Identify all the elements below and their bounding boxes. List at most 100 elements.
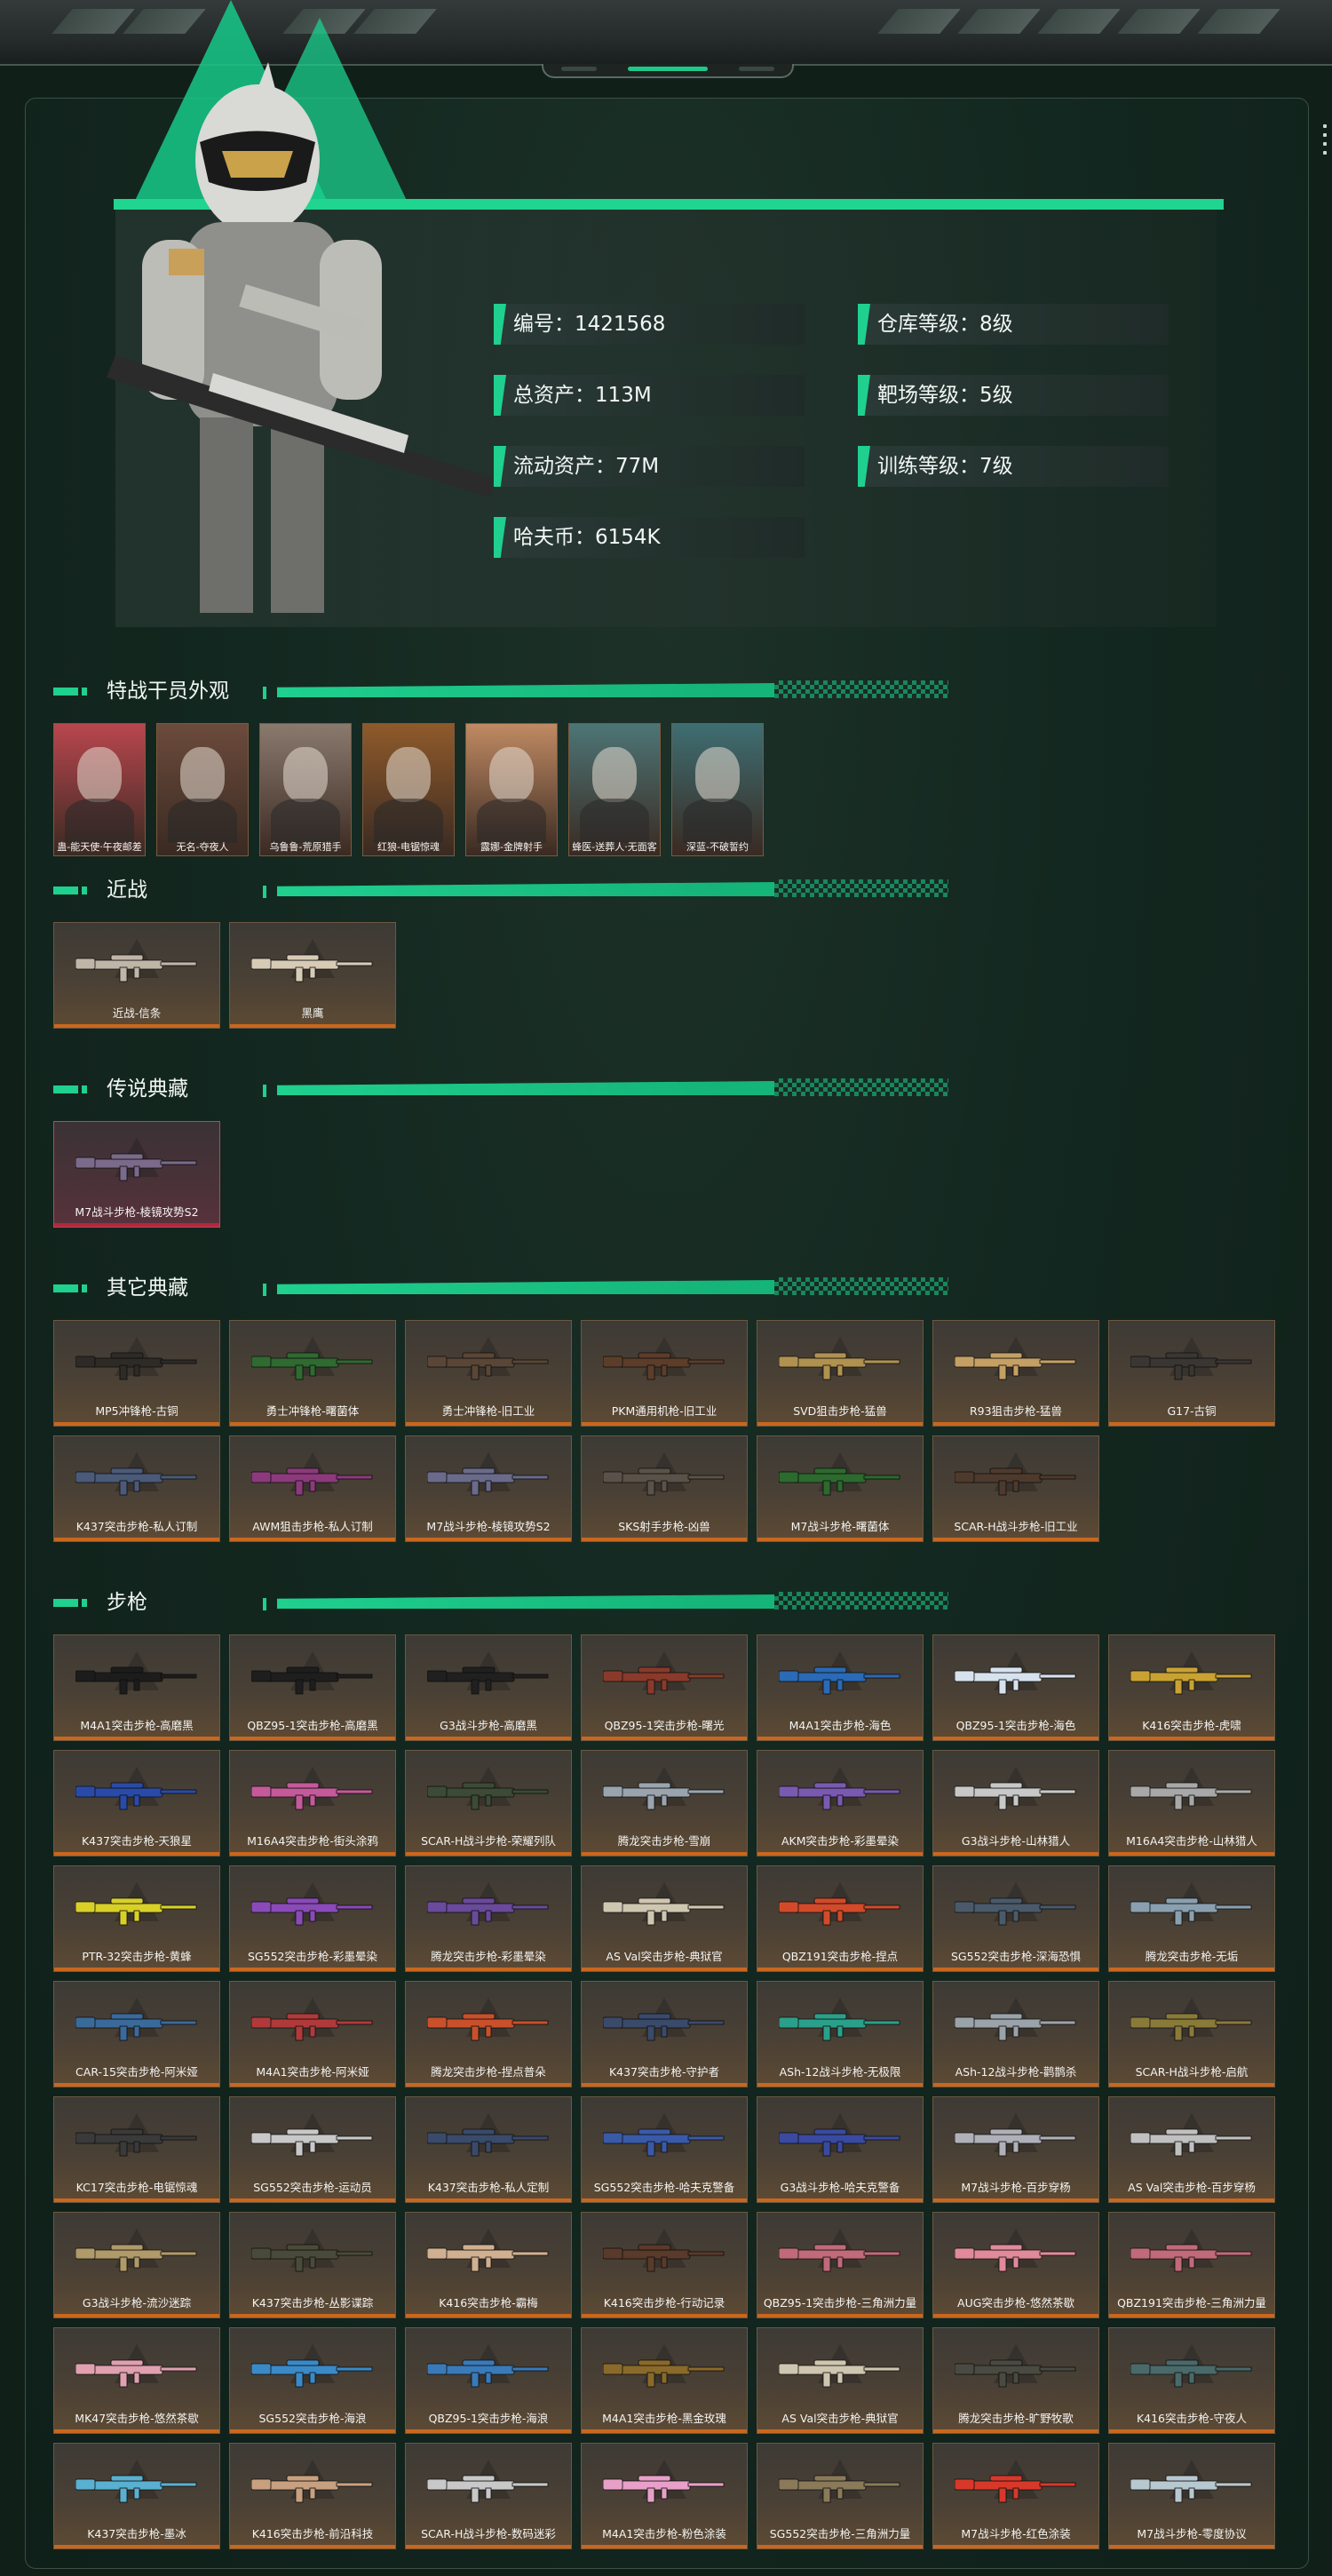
weapon-icon (603, 1666, 725, 1695)
rifle-skin-tile[interactable]: QBZ95-1突击步枪-海浪 (405, 2327, 572, 2434)
rifle-skin-tile[interactable]: M4A1突击步枪-海色 (757, 1634, 924, 1741)
other-skin-tile[interactable]: PKM通用机枪-旧工业 (581, 1320, 748, 1427)
rifle-skin-tile[interactable]: CAR-15突击步枪-阿米娅 (53, 1981, 220, 2087)
rifle-skin-tile[interactable]: M4A1突击步枪-阿米娅 (229, 1981, 396, 2087)
operator-skin-tile[interactable]: 无名-夺夜人 (156, 723, 249, 856)
rifle-skin-tile[interactable]: SG552突击步枪-三角洲力量 (757, 2443, 924, 2549)
legendary-skin-tile[interactable]: M7战斗步枪-棱镜攻势S2 (53, 1121, 220, 1228)
weapon-skin-name: K416突击步枪-霸梅 (439, 2296, 538, 2310)
rifle-skin-tile[interactable]: AS Val突击步枪-典狱官 (581, 1865, 748, 1972)
rifle-skin-tile[interactable]: AUG突击步枪-悠然茶歇 (932, 2212, 1099, 2318)
rifle-skin-tile[interactable]: G3战斗步枪-高磨黑 (405, 1634, 572, 1741)
other-skin-tile[interactable]: G17-古铜 (1108, 1320, 1275, 1427)
weapon-skin-name: SCAR-H战斗步枪-旧工业 (954, 1520, 1078, 1533)
rifle-skin-tile[interactable]: SG552突击步枪-深海恐惧 (932, 1865, 1099, 1972)
rifle-skin-tile[interactable]: SG552突击步枪-哈夫克警备 (581, 2096, 748, 2203)
rifle-skin-tile[interactable]: K416突击步枪-守夜人 (1108, 2327, 1275, 2434)
rifle-skin-tile[interactable]: QBZ191突击步枪-三角洲力量 (1108, 2212, 1275, 2318)
rifle-skin-tile[interactable]: K437突击步枪-丛影谍踪 (229, 2212, 396, 2318)
rifle-skin-tile[interactable]: K437突击步枪-天狼星 (53, 1750, 220, 1856)
other-skin-tile[interactable]: AWM狙击步枪-私人订制 (229, 1435, 396, 1542)
rifle-skin-tile[interactable]: 腾龙突击步枪-捏点普朵 (405, 1981, 572, 2087)
weapon-icon (75, 2013, 197, 2041)
banner-center-ornament (542, 64, 794, 78)
melee-skin-tile[interactable]: 黑鹰 (229, 922, 396, 1029)
rifle-skin-tile[interactable]: QBZ191突击步枪-捏点 (757, 1865, 924, 1972)
operator-skin-tile[interactable]: 深蓝-不破誓约 (671, 723, 764, 856)
other-skin-tile[interactable]: MP5冲锋枪-古铜 (53, 1320, 220, 1427)
rifle-skin-tile[interactable]: M7战斗步枪-百步穿杨 (932, 2096, 1099, 2203)
scrollbar-handle[interactable] (1323, 124, 1327, 160)
rifle-skin-tile[interactable]: QBZ95-1突击步枪-三角洲力量 (757, 2212, 924, 2318)
other-skin-tile[interactable]: 勇士冲锋枪-曙菌体 (229, 1320, 396, 1427)
operator-skin-tile[interactable]: 蜂医-送葬人·无面客 (568, 723, 661, 856)
rifle-skin-tile[interactable]: ASh-12战斗步枪-鹳鹊杀 (932, 1981, 1099, 2087)
operator-skin-tile[interactable]: 乌鲁鲁-荒原猎手 (259, 723, 352, 856)
other-skin-tile[interactable]: M7战斗步枪-曙菌体 (757, 1435, 924, 1542)
stat-havoc-coins: 哈夫币：6154K (494, 517, 805, 558)
melee-skin-tile[interactable]: 近战-信条 (53, 922, 220, 1029)
operator-portrait-head (386, 747, 431, 802)
rifle-skin-tile[interactable]: 腾龙突击步枪-无垢 (1108, 1865, 1275, 1972)
operator-skin-tile[interactable]: 蛊-能天使·午夜邮差 (53, 723, 146, 856)
weapon-icon (955, 2128, 1076, 2157)
rifle-skin-tile[interactable]: QBZ95-1突击步枪-高磨黑 (229, 1634, 396, 1741)
rifle-skin-tile[interactable]: QBZ95-1突击步枪-海色 (932, 1634, 1099, 1741)
other-skin-tile[interactable]: SVD狙击步枪-猛兽 (757, 1320, 924, 1427)
rifle-skin-tile[interactable]: SG552突击步枪-海浪 (229, 2327, 396, 2434)
weapon-skin-name: 腾龙突击步枪-无垢 (1145, 1950, 1239, 1963)
rifle-skin-tile[interactable]: SCAR-H战斗步枪-启航 (1108, 1981, 1275, 2087)
rifle-skin-tile[interactable]: G3战斗步枪-哈夫克警备 (757, 2096, 924, 2203)
rifle-skin-tile[interactable]: SG552突击步枪-彩墨晕染 (229, 1865, 396, 1972)
rifle-skin-tile[interactable]: M4A1突击步枪-粉色涂装 (581, 2443, 748, 2549)
rifle-skin-tile[interactable]: AS Val突击步枪-百步穿杨 (1108, 2096, 1275, 2203)
weapon-skin-name: G3战斗步枪-高磨黑 (440, 1719, 537, 1732)
rifle-skin-tile[interactable]: M16A4突击步枪-山林猎人 (1108, 1750, 1275, 1856)
rifle-skin-tile[interactable]: MK47突击步枪-悠然茶歇 (53, 2327, 220, 2434)
rifle-skin-tile[interactable]: K437突击步枪-守护者 (581, 1981, 748, 2087)
banner-stripe (1197, 9, 1280, 34)
weapon-icon (603, 2475, 725, 2503)
rifle-skin-tile[interactable]: AKM突击步枪-彩墨晕染 (757, 1750, 924, 1856)
rifle-skin-tile[interactable]: 腾龙突击步枪-旷野牧歌 (932, 2327, 1099, 2434)
rifle-skin-tile[interactable]: KC17突击步枪-电锯惊魂 (53, 2096, 220, 2203)
rifle-skin-tile[interactable]: G3战斗步枪-流沙迷踪 (53, 2212, 220, 2318)
rifle-skin-tile[interactable]: K416突击步枪-霸梅 (405, 2212, 572, 2318)
rifle-skin-tile[interactable]: K416突击步枪-虎啸 (1108, 1634, 1275, 1741)
weapon-skin-name: M7战斗步枪-红色涂装 (961, 2527, 1071, 2540)
rifle-skin-tile[interactable]: M4A1突击步枪-黑金玫瑰 (581, 2327, 748, 2434)
rifle-skin-tile[interactable]: G3战斗步枪-山林猎人 (932, 1750, 1099, 1856)
weapon-skin-name: 腾龙突击步枪-雪崩 (617, 1834, 711, 1848)
weapon-icon (779, 1467, 900, 1496)
other-skin-tile[interactable]: SCAR-H战斗步枪-旧工业 (932, 1435, 1099, 1542)
rifle-skin-tile[interactable]: ASh-12战斗步枪-无极限 (757, 1981, 924, 2087)
rifle-skin-tile[interactable]: K416突击步枪-行动记录 (581, 2212, 748, 2318)
weapon-skin-name: K437突击步枪-守护者 (608, 2065, 720, 2079)
rifle-skin-tile[interactable]: K416突击步枪-前沿科技 (229, 2443, 396, 2549)
other-skin-tile[interactable]: M7战斗步枪-棱镜攻势S2 (405, 1435, 572, 1542)
operator-skin-tile[interactable]: 露娜-金牌射手 (465, 723, 558, 856)
other-skin-tile[interactable]: SKS射手步枪-凶兽 (581, 1435, 748, 1542)
rifle-skin-tile[interactable]: M16A4突击步枪-街头涂鸦 (229, 1750, 396, 1856)
weapon-icon (427, 1352, 549, 1380)
other-skin-tile[interactable]: 勇士冲锋枪-旧工业 (405, 1320, 572, 1427)
rifle-skin-tile[interactable]: K437突击步枪-墨冰 (53, 2443, 220, 2549)
rifle-skin-tile[interactable]: SCAR-H战斗步枪-荣耀列队 (405, 1750, 572, 1856)
rifle-skin-tile[interactable]: QBZ95-1突击步枪-曙光 (581, 1634, 748, 1741)
rifle-skin-tile[interactable]: SCAR-H战斗步枪-数码迷彩 (405, 2443, 572, 2549)
other-skin-tile[interactable]: R93狙击步枪-猛兽 (932, 1320, 1099, 1427)
rifle-skin-tile[interactable]: K437突击步枪-私人定制 (405, 2096, 572, 2203)
rifle-skin-tile[interactable]: M4A1突击步枪-高磨黑 (53, 1634, 220, 1741)
rifle-skin-tile[interactable]: AS Val突击步枪-典狱官 (757, 2327, 924, 2434)
rifle-skin-tile[interactable]: SG552突击步枪-运动员 (229, 2096, 396, 2203)
rifle-skin-tile[interactable]: 腾龙突击步枪-彩墨晕染 (405, 1865, 572, 1972)
rifle-skin-tile[interactable]: M7战斗步枪-零度协议 (1108, 2443, 1275, 2549)
stat-label: 靶场等级：5级 (877, 384, 1013, 407)
operator-skin-tile[interactable]: 红狼-电锯惊魂 (362, 723, 455, 856)
rifle-skin-tile[interactable]: PTR-32突击步枪-黄蜂 (53, 1865, 220, 1972)
other-skin-tile[interactable]: K437突击步枪-私人订制 (53, 1435, 220, 1542)
rifle-skin-tile[interactable]: M7战斗步枪-红色涂装 (932, 2443, 1099, 2549)
rifle-skin-tile[interactable]: 腾龙突击步枪-雪崩 (581, 1750, 748, 1856)
weapon-icon (75, 2475, 197, 2503)
weapon-skin-name: QBZ95-1突击步枪-高磨黑 (247, 1719, 378, 1732)
